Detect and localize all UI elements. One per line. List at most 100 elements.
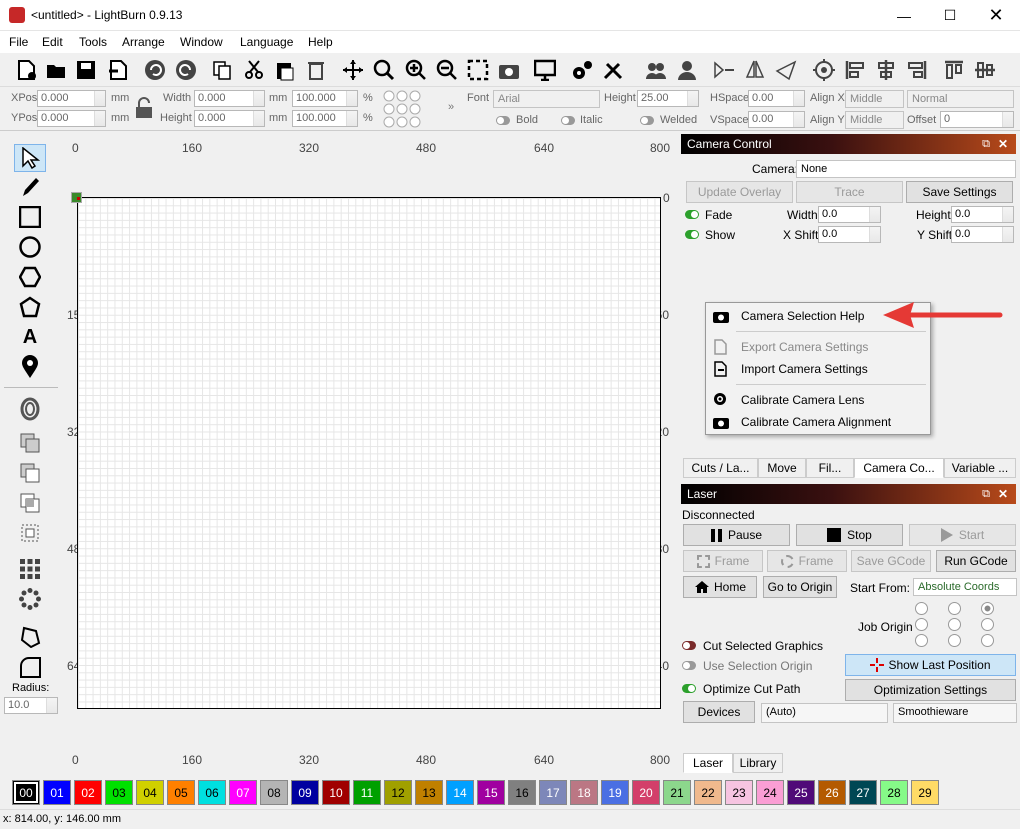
mirror-horizontal-icon[interactable] <box>710 56 738 84</box>
color-swatch-14[interactable]: 14 <box>446 780 474 805</box>
color-swatch-05[interactable]: 05 <box>167 780 195 805</box>
job-origin-radio[interactable] <box>981 618 994 631</box>
tab-file-list[interactable]: Fil... <box>806 458 854 478</box>
show-toggle[interactable] <box>685 230 699 239</box>
maximize-button[interactable]: ☐ <box>927 0 973 31</box>
color-swatch-08[interactable]: 08 <box>260 780 288 805</box>
frame-selection-icon[interactable] <box>464 56 492 84</box>
tab-laser[interactable]: Laser <box>683 753 733 773</box>
color-swatch-17[interactable]: 17 <box>539 780 567 805</box>
color-swatch-00[interactable]: 00 <box>12 780 40 805</box>
tab-cuts-layers[interactable]: Cuts / La... <box>683 458 758 478</box>
fade-toggle[interactable] <box>685 210 699 219</box>
move-icon[interactable] <box>339 56 367 84</box>
cut-icon[interactable] <box>240 56 268 84</box>
menu-tools[interactable]: Tools <box>79 35 107 49</box>
offset-input[interactable]: 0 <box>940 111 1014 128</box>
color-swatch-29[interactable]: 29 <box>911 780 939 805</box>
delete-icon[interactable] <box>302 56 330 84</box>
zoom-selection-icon[interactable] <box>370 56 398 84</box>
color-swatch-24[interactable]: 24 <box>756 780 784 805</box>
text-tool-icon[interactable]: A <box>14 323 46 351</box>
color-swatch-03[interactable]: 03 <box>105 780 133 805</box>
show-last-position-button[interactable]: Show Last Position <box>845 654 1016 676</box>
camera-select[interactable]: None <box>796 160 1016 178</box>
copy-icon[interactable] <box>208 56 236 84</box>
go-to-origin-button[interactable]: Go to Origin <box>763 576 837 598</box>
color-swatch-01[interactable]: 01 <box>43 780 71 805</box>
camera-width-input[interactable]: 0.0 <box>818 206 881 223</box>
calibrate-camera-alignment-item[interactable]: Calibrate Camera Alignment <box>741 415 891 429</box>
color-swatch-02[interactable]: 02 <box>74 780 102 805</box>
position-laser-icon[interactable] <box>14 353 46 381</box>
overflow-chevron-icon[interactable]: » <box>448 101 454 113</box>
tools-icon[interactable] <box>599 56 627 84</box>
circular-array-icon[interactable] <box>14 585 46 613</box>
close-button[interactable]: ✕ <box>973 0 1019 31</box>
boolean-intersect-icon[interactable] <box>14 489 46 517</box>
vspace-input[interactable]: 0.00 <box>748 111 805 128</box>
cut-selected-toggle[interactable] <box>682 641 696 650</box>
port-select[interactable]: (Auto) <box>761 703 888 723</box>
tab-variable-text[interactable]: Variable ... <box>944 458 1016 478</box>
camera-yshift-input[interactable]: 0.0 <box>951 226 1014 243</box>
settings-gears-icon[interactable] <box>568 56 596 84</box>
color-swatch-28[interactable]: 28 <box>880 780 908 805</box>
color-swatch-27[interactable]: 27 <box>849 780 877 805</box>
lock-ratio-icon[interactable] <box>135 97 153 119</box>
menu-arrange[interactable]: Arrange <box>122 35 165 49</box>
workspace-grid[interactable] <box>77 197 661 709</box>
align-left-icon[interactable] <box>841 56 869 84</box>
tab-move[interactable]: Move <box>758 458 806 478</box>
devices-button[interactable]: Devices <box>683 701 755 723</box>
save-settings-button[interactable]: Save Settings <box>906 181 1013 203</box>
close-panel-icon[interactable]: ✕ <box>998 134 1008 154</box>
scale-y-input[interactable]: 100.000 <box>292 110 358 127</box>
pause-button[interactable]: Pause <box>683 524 790 546</box>
camera-xshift-input[interactable]: 0.0 <box>818 226 881 243</box>
weld-shapes-icon[interactable] <box>14 519 46 547</box>
color-swatch-06[interactable]: 06 <box>198 780 226 805</box>
welded-toggle[interactable] <box>640 116 654 125</box>
optimize-cut-path-toggle[interactable] <box>682 684 696 693</box>
import-camera-settings-item[interactable]: Import Camera Settings <box>741 362 868 376</box>
grid-array-icon[interactable] <box>14 555 46 583</box>
float-panel-icon[interactable]: ⧉ <box>982 484 990 504</box>
home-button[interactable]: Home <box>683 576 757 598</box>
rectangle-tool-icon[interactable] <box>14 203 46 231</box>
italic-toggle[interactable] <box>561 116 575 125</box>
xpos-input[interactable]: 0.000 <box>37 90 106 107</box>
new-file-icon[interactable] <box>12 56 40 84</box>
stop-button[interactable]: Stop <box>796 524 903 546</box>
optimization-settings-button[interactable]: Optimization Settings <box>845 679 1016 701</box>
menu-window[interactable]: Window <box>180 35 223 49</box>
edit-nodes-icon[interactable] <box>14 623 46 651</box>
color-swatch-16[interactable]: 16 <box>508 780 536 805</box>
menu-edit[interactable]: Edit <box>42 35 63 49</box>
start-button[interactable]: Start <box>909 524 1016 546</box>
job-origin-radio[interactable] <box>948 634 961 647</box>
job-origin-radio[interactable] <box>948 602 961 615</box>
color-swatch-15[interactable]: 15 <box>477 780 505 805</box>
boolean-union-icon[interactable] <box>14 429 46 457</box>
color-swatch-11[interactable]: 11 <box>353 780 381 805</box>
color-swatch-26[interactable]: 26 <box>818 780 846 805</box>
job-origin-radio[interactable] <box>981 634 994 647</box>
height-input[interactable]: 0.000 <box>194 110 265 127</box>
save-icon[interactable] <box>72 56 100 84</box>
color-swatch-22[interactable]: 22 <box>694 780 722 805</box>
menu-help[interactable]: Help <box>308 35 333 49</box>
redo-icon[interactable] <box>172 56 200 84</box>
user-icon[interactable] <box>673 56 701 84</box>
job-origin-radio[interactable] <box>915 602 928 615</box>
select-tool-icon[interactable] <box>14 144 46 172</box>
font-select[interactable]: Arial <box>493 90 600 108</box>
draw-lines-icon[interactable] <box>14 173 46 201</box>
scale-x-input[interactable]: 100.000 <box>292 90 358 107</box>
job-origin-radio-selected[interactable] <box>981 602 994 615</box>
monitor-icon[interactable] <box>531 56 559 84</box>
offset-shapes-icon[interactable] <box>14 395 46 423</box>
color-swatch-12[interactable]: 12 <box>384 780 412 805</box>
export-camera-settings-item[interactable]: Export Camera Settings <box>741 340 868 354</box>
run-gcode-button[interactable]: Run GCode <box>936 550 1016 572</box>
